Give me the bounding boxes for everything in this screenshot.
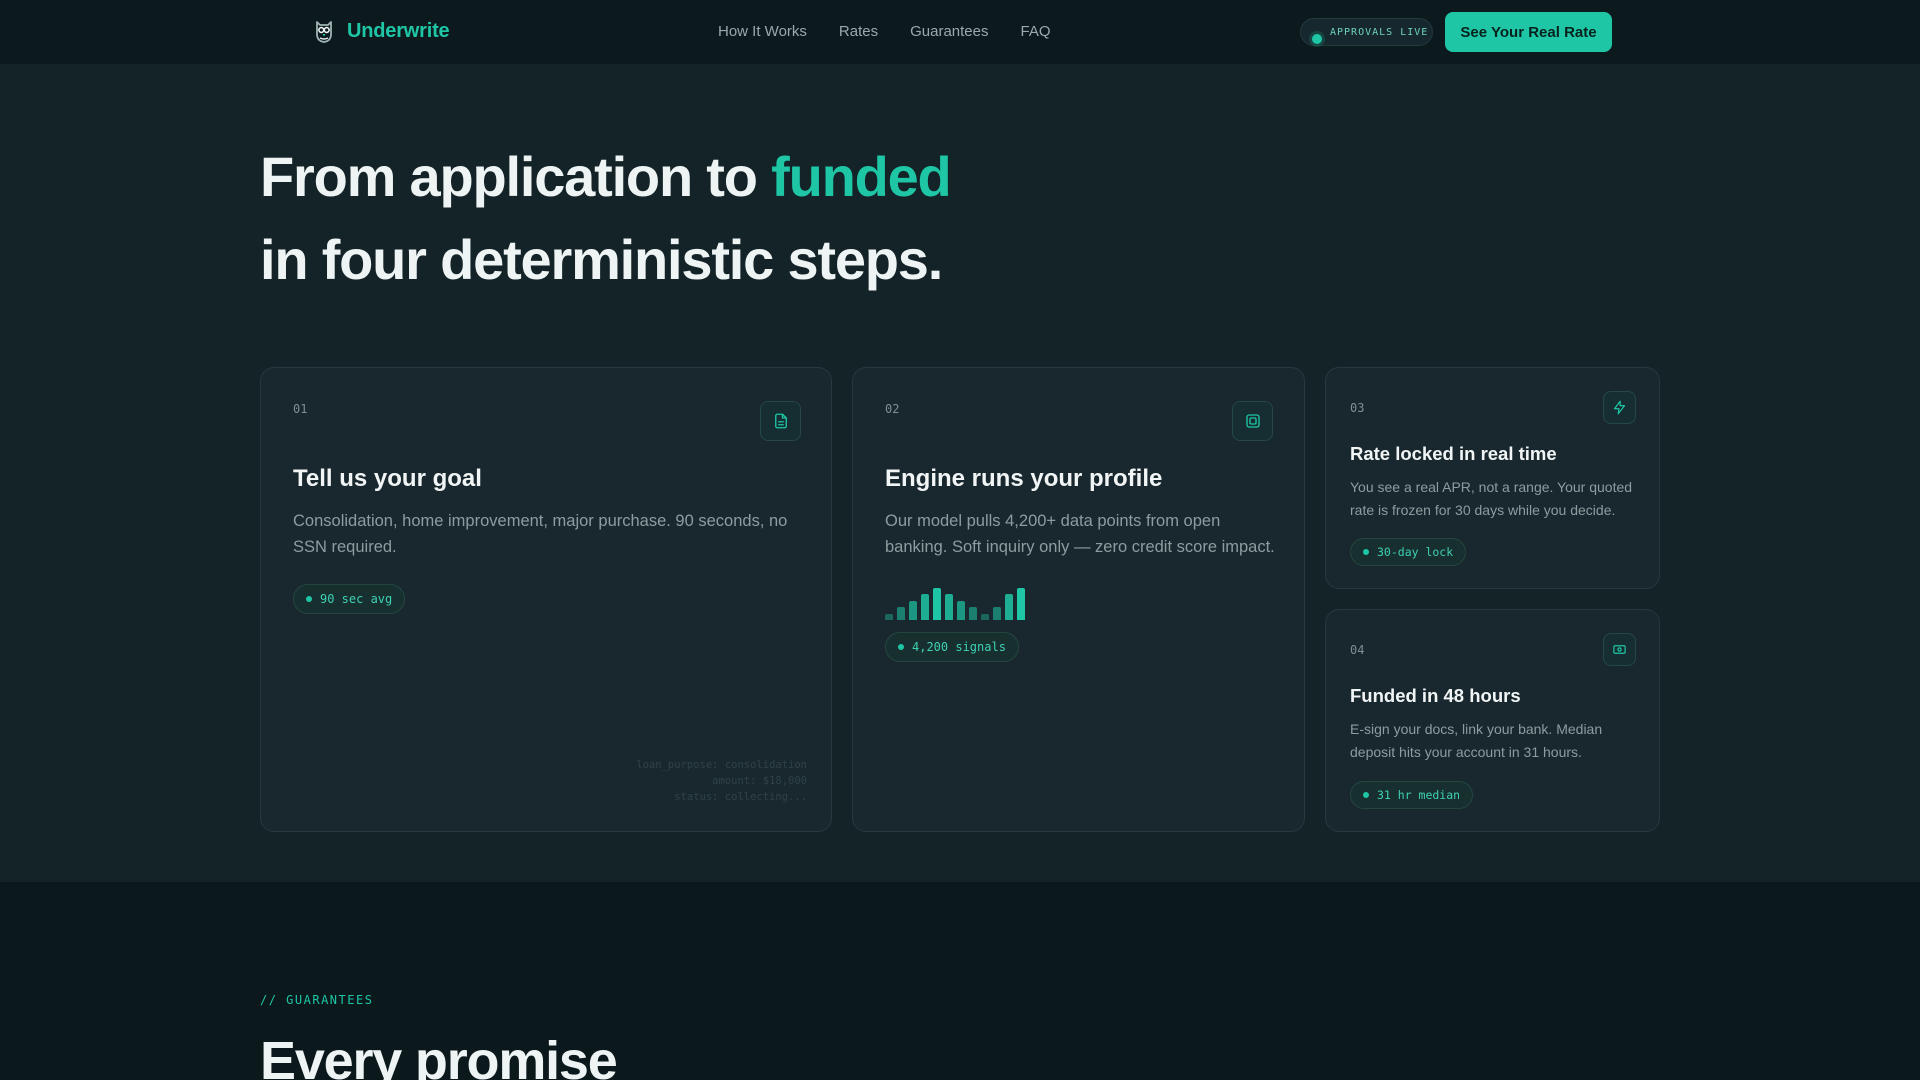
- brand-logo-link[interactable]: Underwrite: [313, 18, 450, 44]
- ghost-form-preview: loan_purpose: consolidation amount: $18,…: [636, 757, 807, 805]
- badge-dot-icon: [1363, 792, 1369, 798]
- step-title: Tell us your goal: [293, 465, 482, 492]
- hero-heading-line-1: From application to funded: [260, 144, 952, 209]
- step-card-engine: 02 Engine runs your profile Our model pu…: [852, 367, 1305, 832]
- badge-dot-icon: [1363, 549, 1369, 555]
- nav-links: How It Works Rates Guarantees FAQ: [718, 23, 1051, 40]
- signal-bars: [885, 584, 1035, 620]
- signal-bar: [957, 601, 965, 620]
- document-icon: [760, 401, 801, 441]
- hero-heading-prefix: From application to: [260, 145, 772, 208]
- approvals-live-label: APPROVALS LIVE: [1330, 26, 1429, 38]
- guarantees-eyebrow: // GUARANTEES: [260, 993, 374, 1007]
- see-your-real-rate-button[interactable]: See Your Real Rate: [1445, 12, 1612, 52]
- step-number: 03: [1350, 401, 1365, 415]
- guarantees-heading: Every promise: [260, 1031, 618, 1080]
- live-status-dot-icon: [1312, 34, 1322, 44]
- nav-link-how-it-works[interactable]: How It Works: [718, 23, 807, 40]
- signal-bar: [921, 594, 929, 620]
- cash-icon: [1603, 633, 1636, 666]
- guarantees-section: // GUARANTEES Every promise: [0, 882, 1920, 1080]
- ghost-line: amount: $18,000: [712, 775, 807, 787]
- signal-bar: [933, 588, 941, 620]
- ghost-line: status: collecting...: [674, 791, 807, 803]
- step-title: Funded in 48 hours: [1350, 685, 1521, 706]
- step-metric-badge: 4,200 signals: [885, 632, 1019, 662]
- ghost-line: loan_purpose: consolidation: [636, 759, 807, 771]
- step-number: 04: [1350, 643, 1365, 657]
- signal-bar: [909, 601, 917, 620]
- step-number: 01: [293, 402, 308, 416]
- signal-bar: [1017, 588, 1025, 620]
- signal-bar: [885, 614, 893, 620]
- step-title: Rate locked in real time: [1350, 443, 1557, 464]
- nav-link-rates[interactable]: Rates: [839, 23, 878, 40]
- step-number: 02: [885, 402, 900, 416]
- how-it-works-section: From application to funded in four deter…: [0, 64, 1920, 882]
- nav-link-guarantees[interactable]: Guarantees: [910, 23, 988, 40]
- step-metric-badge: 30-day lock: [1350, 538, 1467, 566]
- step-card-funded: 04 Funded in 48 hours E-sign your docs, …: [1325, 609, 1660, 832]
- signal-bar: [993, 607, 1001, 620]
- step-description: E-sign your docs, link your bank. Median…: [1350, 721, 1603, 760]
- signal-bar: [981, 614, 989, 620]
- page: Underwrite How It Works Rates Guarantees…: [0, 0, 1920, 1080]
- signal-bar: [1005, 594, 1013, 620]
- hero-heading-line-2: in four deterministic steps.: [260, 228, 943, 291]
- step-card-goal: 01 Tell us your goal Consolidation, home…: [260, 367, 832, 832]
- nav-link-faq[interactable]: FAQ: [1020, 23, 1050, 40]
- step-metric-label: 90 sec avg: [320, 592, 393, 606]
- badge-dot-icon: [898, 644, 904, 650]
- step-card-rate-lock: 03 Rate locked in real time You see a re…: [1325, 367, 1660, 589]
- signal-bar: [969, 607, 977, 620]
- hero-heading-accent: funded: [771, 145, 952, 208]
- step-title: Engine runs your profile: [885, 465, 1163, 492]
- cpu-chip-icon: [1232, 401, 1273, 441]
- step-metric-label: 31 hr median: [1377, 788, 1461, 802]
- approvals-live-badge: APPROVALS LIVE: [1300, 18, 1433, 46]
- brand-name: Underwrite: [347, 19, 450, 42]
- step-metric-label: 30-day lock: [1377, 545, 1454, 559]
- step-metric-label: 4,200 signals: [912, 640, 1006, 654]
- owl-logo-icon: [316, 21, 332, 43]
- signal-bar: [945, 594, 953, 620]
- step-metric-badge: 31 hr median: [1350, 781, 1474, 809]
- step-description: Our model pulls 4,200+ data points from …: [885, 512, 1275, 556]
- top-nav: Underwrite How It Works Rates Guarantees…: [0, 0, 1920, 64]
- step-description: You see a real APR, not a range. Your qu…: [1350, 479, 1633, 518]
- step-description: Consolidation, home improvement, major p…: [293, 512, 788, 556]
- step-metric-badge: 90 sec avg: [293, 584, 406, 614]
- lightning-bolt-icon: [1603, 391, 1636, 424]
- signal-bar: [897, 607, 905, 620]
- badge-dot-icon: [306, 596, 312, 602]
